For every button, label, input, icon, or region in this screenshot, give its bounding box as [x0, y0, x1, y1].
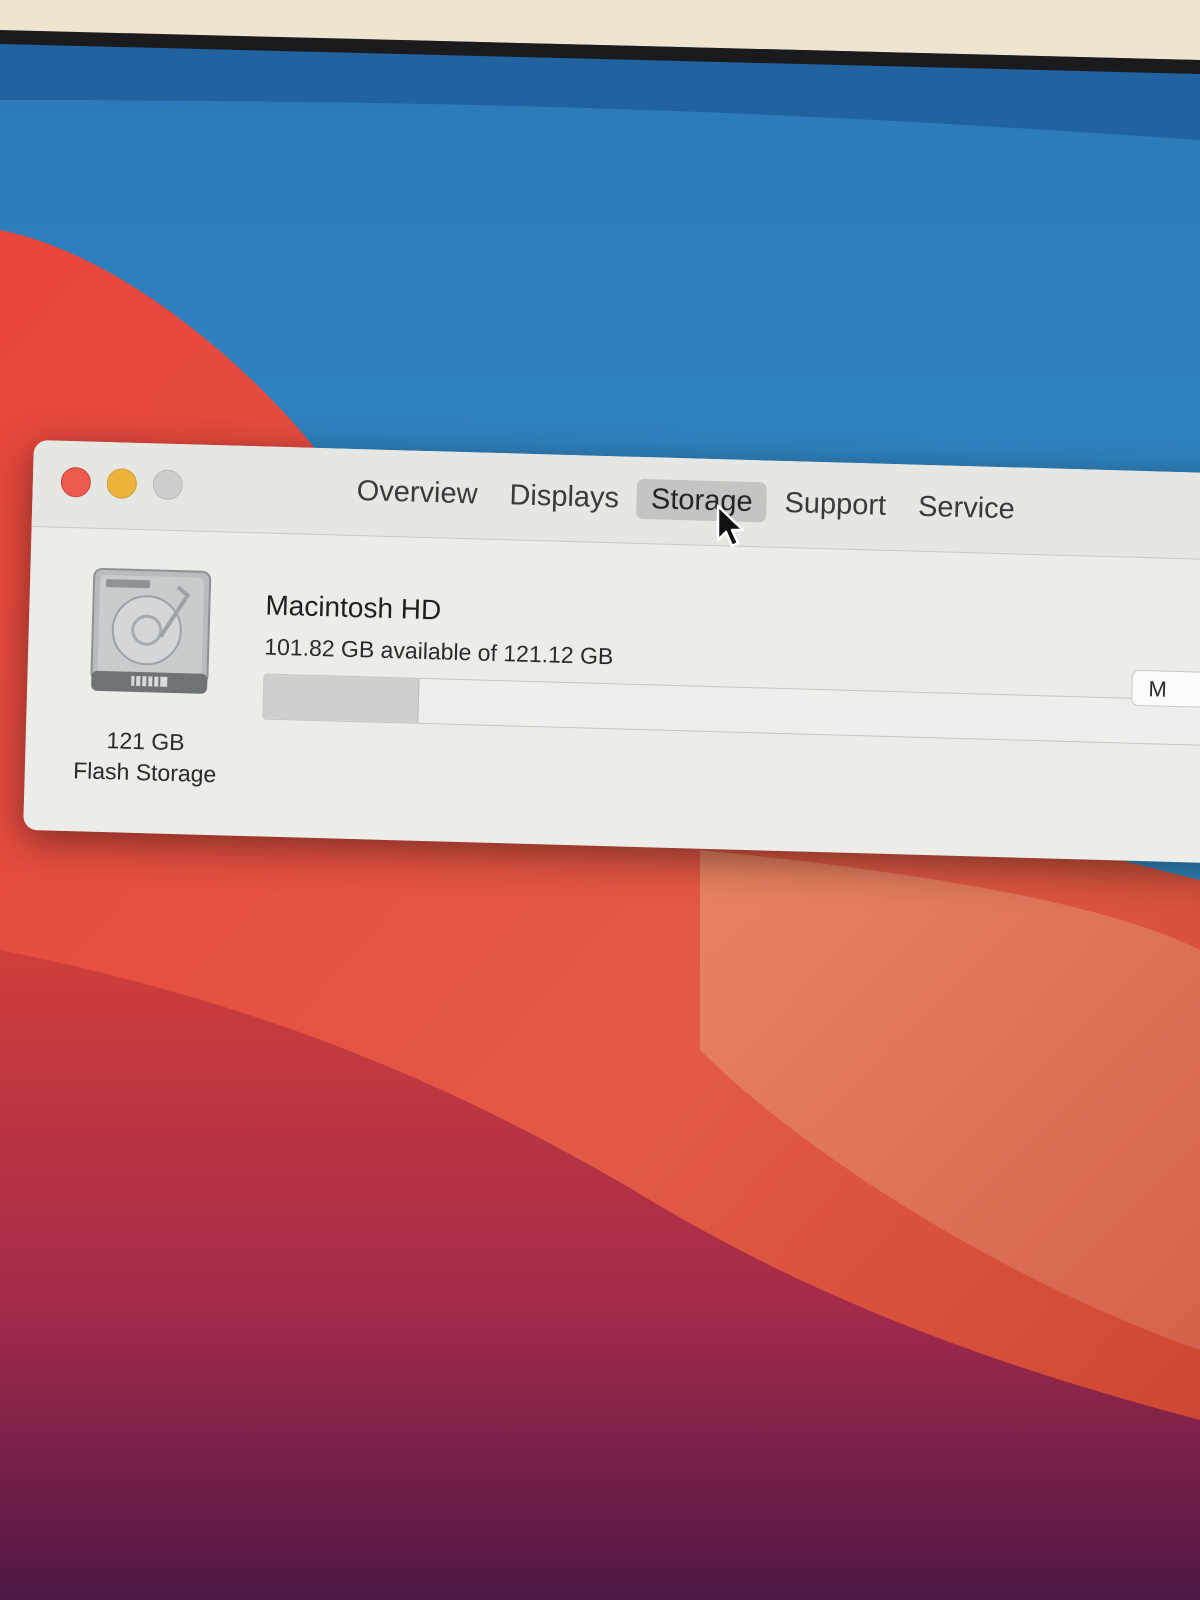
volume-name: Macintosh HD	[265, 589, 442, 626]
close-button[interactable]	[60, 466, 92, 498]
tab-service[interactable]: Service	[904, 486, 1030, 529]
arrow-cursor-icon	[716, 504, 745, 548]
minimize-button[interactable]	[106, 468, 138, 499]
disk-capacity: 121 GB	[106, 727, 185, 756]
storage-usage-bar	[262, 673, 1200, 747]
tab-displays[interactable]: Displays	[495, 475, 634, 519]
disk-type: Flash Storage	[72, 757, 217, 788]
zoom-button[interactable]	[152, 469, 184, 501]
manage-button[interactable]: M	[1131, 669, 1200, 710]
about-this-mac-window: Overview Displays Storage Support Servic…	[23, 440, 1200, 864]
storage-used-segment	[263, 674, 420, 723]
tab-support[interactable]: Support	[770, 483, 901, 527]
tab-storage[interactable]: Storage	[636, 478, 768, 523]
internal-drive-icon	[90, 567, 212, 694]
desktop-scene: Overview Displays Storage Support Servic…	[0, 0, 1200, 1600]
tab-bar: Overview Displays Storage Support Servic…	[342, 471, 1029, 530]
volume-availability: 101.82 GB available of 121.12 GB	[263, 633, 614, 670]
storage-panel: 121 GB Flash Storage Macintosh HD 101.82…	[23, 527, 1200, 864]
disk-caption: 121 GB Flash Storage	[54, 724, 236, 791]
tab-overview[interactable]: Overview	[342, 471, 492, 515]
